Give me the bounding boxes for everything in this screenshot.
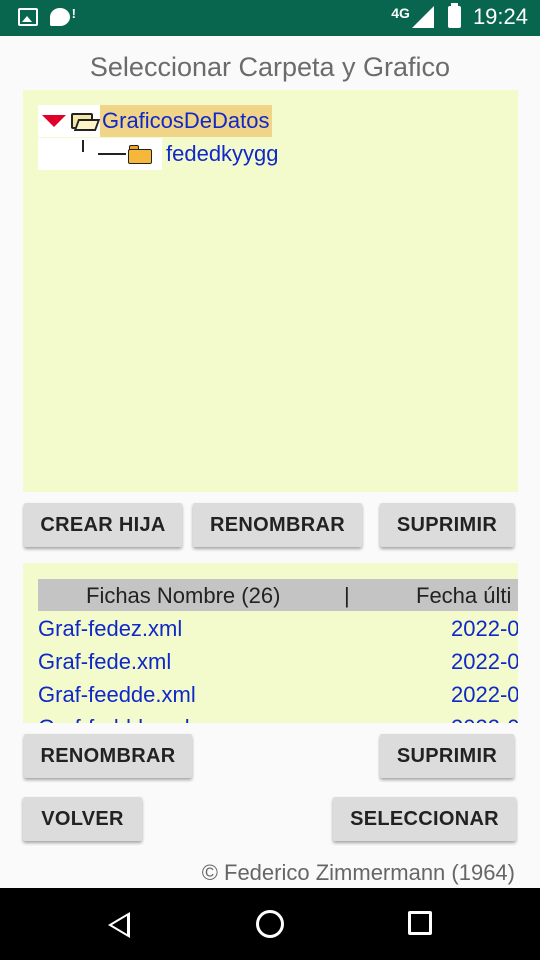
header-name[interactable]: Fichas Nombre (26) <box>86 583 280 609</box>
back-icon[interactable] <box>108 912 130 938</box>
battery-icon <box>447 3 461 28</box>
file-name[interactable]: Graf-fede.xml <box>38 649 171 675</box>
file-name[interactable]: Graf-fedddr.xml <box>38 715 190 723</box>
expand-arrow-icon[interactable] <box>42 115 66 127</box>
delete-file-button[interactable]: SUPRIMIR <box>380 734 514 778</box>
tree-node-child[interactable]: fededkyygg <box>38 138 279 170</box>
file-name[interactable]: Graf-feedde.xml <box>38 682 196 708</box>
folder-tree: GraficosDeDatos fededkyygg <box>23 90 518 492</box>
tree-connector <box>38 138 98 170</box>
status-left <box>18 6 76 26</box>
recents-icon[interactable] <box>408 911 432 935</box>
page-title: Seleccionar Carpeta y Grafico <box>89 52 451 82</box>
network-type: 4G <box>391 5 410 21</box>
header-date[interactable]: Fecha últi <box>416 583 511 609</box>
table-row[interactable]: Graf-feedde.xml 2022-0 <box>38 679 518 711</box>
back-button[interactable]: VOLVER <box>23 797 142 841</box>
status-bar: 4G 19:24 <box>0 0 540 36</box>
table-row[interactable]: Graf-fedez.xml 2022-0 <box>38 613 518 645</box>
tree-node-root[interactable]: GraficosDeDatos <box>38 105 272 137</box>
create-child-button[interactable]: CREAR HIJA <box>24 503 182 547</box>
tree-node-label[interactable]: GraficosDeDatos <box>100 105 272 137</box>
chat-alert-icon <box>50 6 76 26</box>
folder-open-icon <box>70 111 101 131</box>
navigation-bar <box>0 888 540 960</box>
file-date: 2022-0 <box>451 649 518 674</box>
copyright-text: © Federico Zimmermann (1964) <box>201 860 515 885</box>
signal-icon <box>411 6 434 28</box>
table-row[interactable]: Graf-fede.xml 2022-0 <box>38 646 518 678</box>
file-name[interactable]: Graf-fedez.xml <box>38 616 182 642</box>
file-list[interactable]: Fichas Nombre (26) | Fecha últi Graf-fed… <box>23 563 518 723</box>
header-separator: | <box>344 583 350 608</box>
file-list-header: Fichas Nombre (26) | Fecha últi <box>38 579 518 611</box>
file-date: 2022-0 <box>451 715 518 723</box>
clock: 19:24 <box>472 4 528 29</box>
status-right: 4G 19:24 <box>391 3 528 30</box>
delete-folder-button[interactable]: SUPRIMIR <box>380 503 514 547</box>
home-icon[interactable] <box>256 910 284 938</box>
tree-node-label[interactable]: fededkyygg <box>162 141 279 167</box>
table-row[interactable]: Graf-fedddr.xml 2022-0 <box>38 712 518 723</box>
image-icon <box>18 8 38 26</box>
select-button[interactable]: SELECCIONAR <box>333 797 516 841</box>
file-date: 2022-0 <box>451 682 518 707</box>
tree-connector-line <box>98 153 126 155</box>
rename-file-button[interactable]: RENOMBRAR <box>24 734 192 778</box>
file-date: 2022-0 <box>451 616 518 641</box>
folder-icon <box>128 145 152 164</box>
rename-folder-button[interactable]: RENOMBRAR <box>193 503 362 547</box>
